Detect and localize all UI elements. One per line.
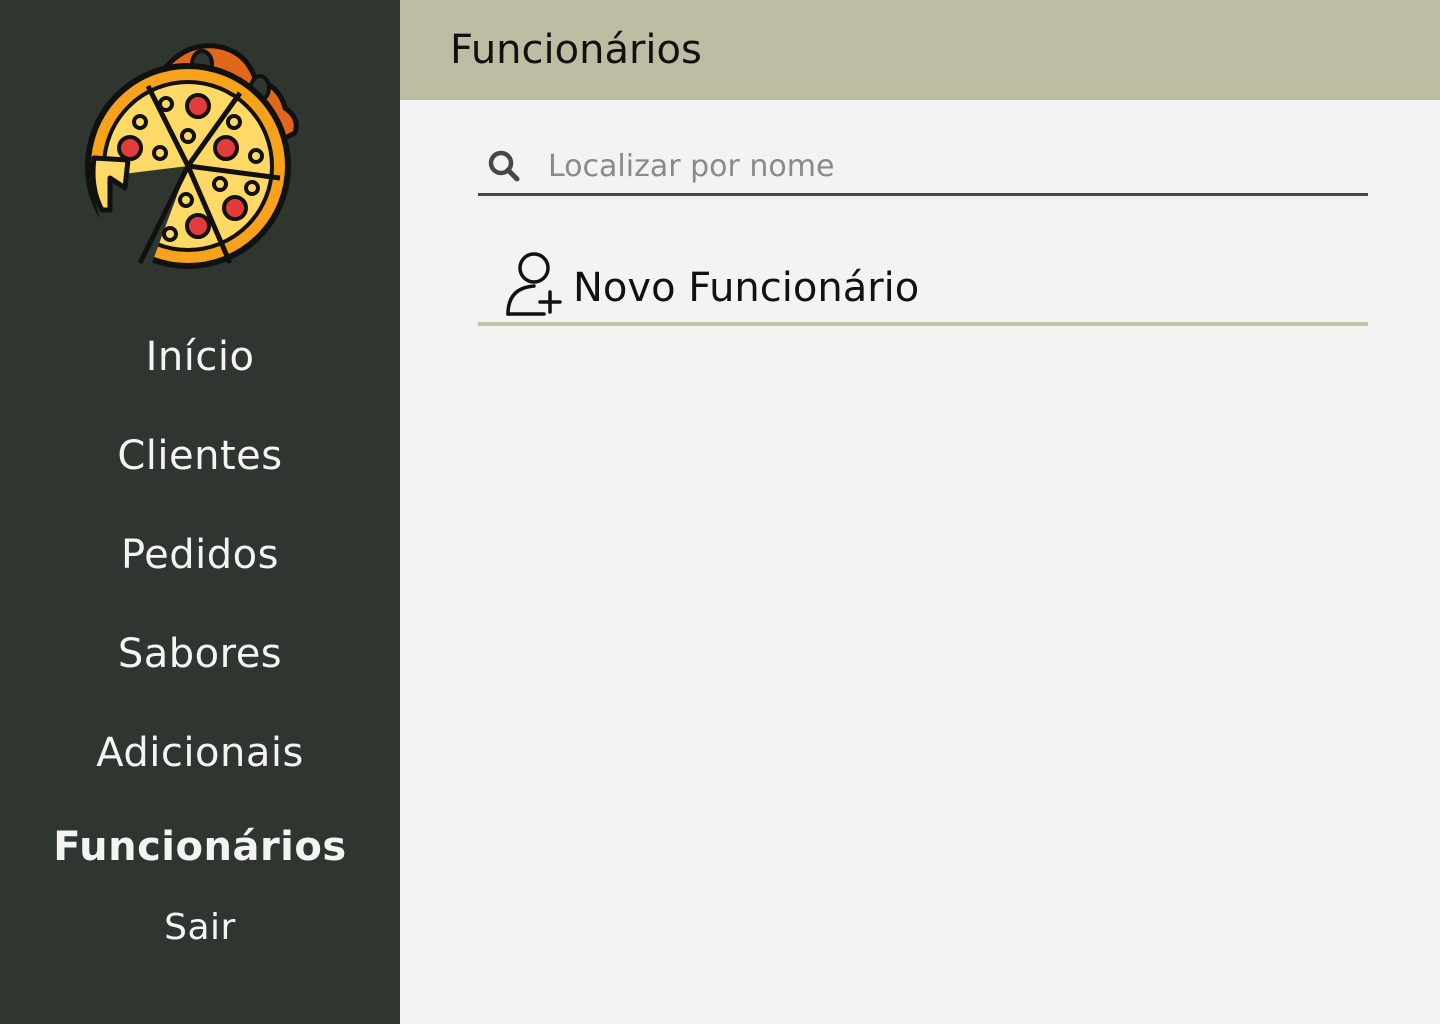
search-input[interactable] xyxy=(546,142,1350,190)
search-icon[interactable] xyxy=(486,148,522,184)
sidebar-item-clientes[interactable]: Clientes xyxy=(0,433,400,479)
add-user-icon xyxy=(504,248,566,318)
sidebar: Início Clientes Pedidos Sabores Adiciona… xyxy=(0,0,400,1024)
logout-button[interactable]: Sair xyxy=(0,907,400,948)
header: Funcionários xyxy=(400,0,1440,100)
pizza-logo-icon xyxy=(80,38,310,278)
sidebar-item-sabores[interactable]: Sabores xyxy=(0,631,400,677)
new-employee-label: Novo Funcionário xyxy=(573,265,920,311)
sidebar-item-adicionais[interactable]: Adicionais xyxy=(0,730,400,776)
sidebar-item-pedidos[interactable]: Pedidos xyxy=(0,532,400,578)
app: Início Clientes Pedidos Sabores Adiciona… xyxy=(0,0,1440,1024)
sidebar-item-funcionarios[interactable]: Funcionários xyxy=(0,824,400,870)
search-bar xyxy=(478,138,1368,196)
sidebar-item-inicio[interactable]: Início xyxy=(0,334,400,380)
new-employee-button[interactable]: Novo Funcionário xyxy=(478,244,1368,326)
page-title: Funcionários xyxy=(450,27,702,73)
